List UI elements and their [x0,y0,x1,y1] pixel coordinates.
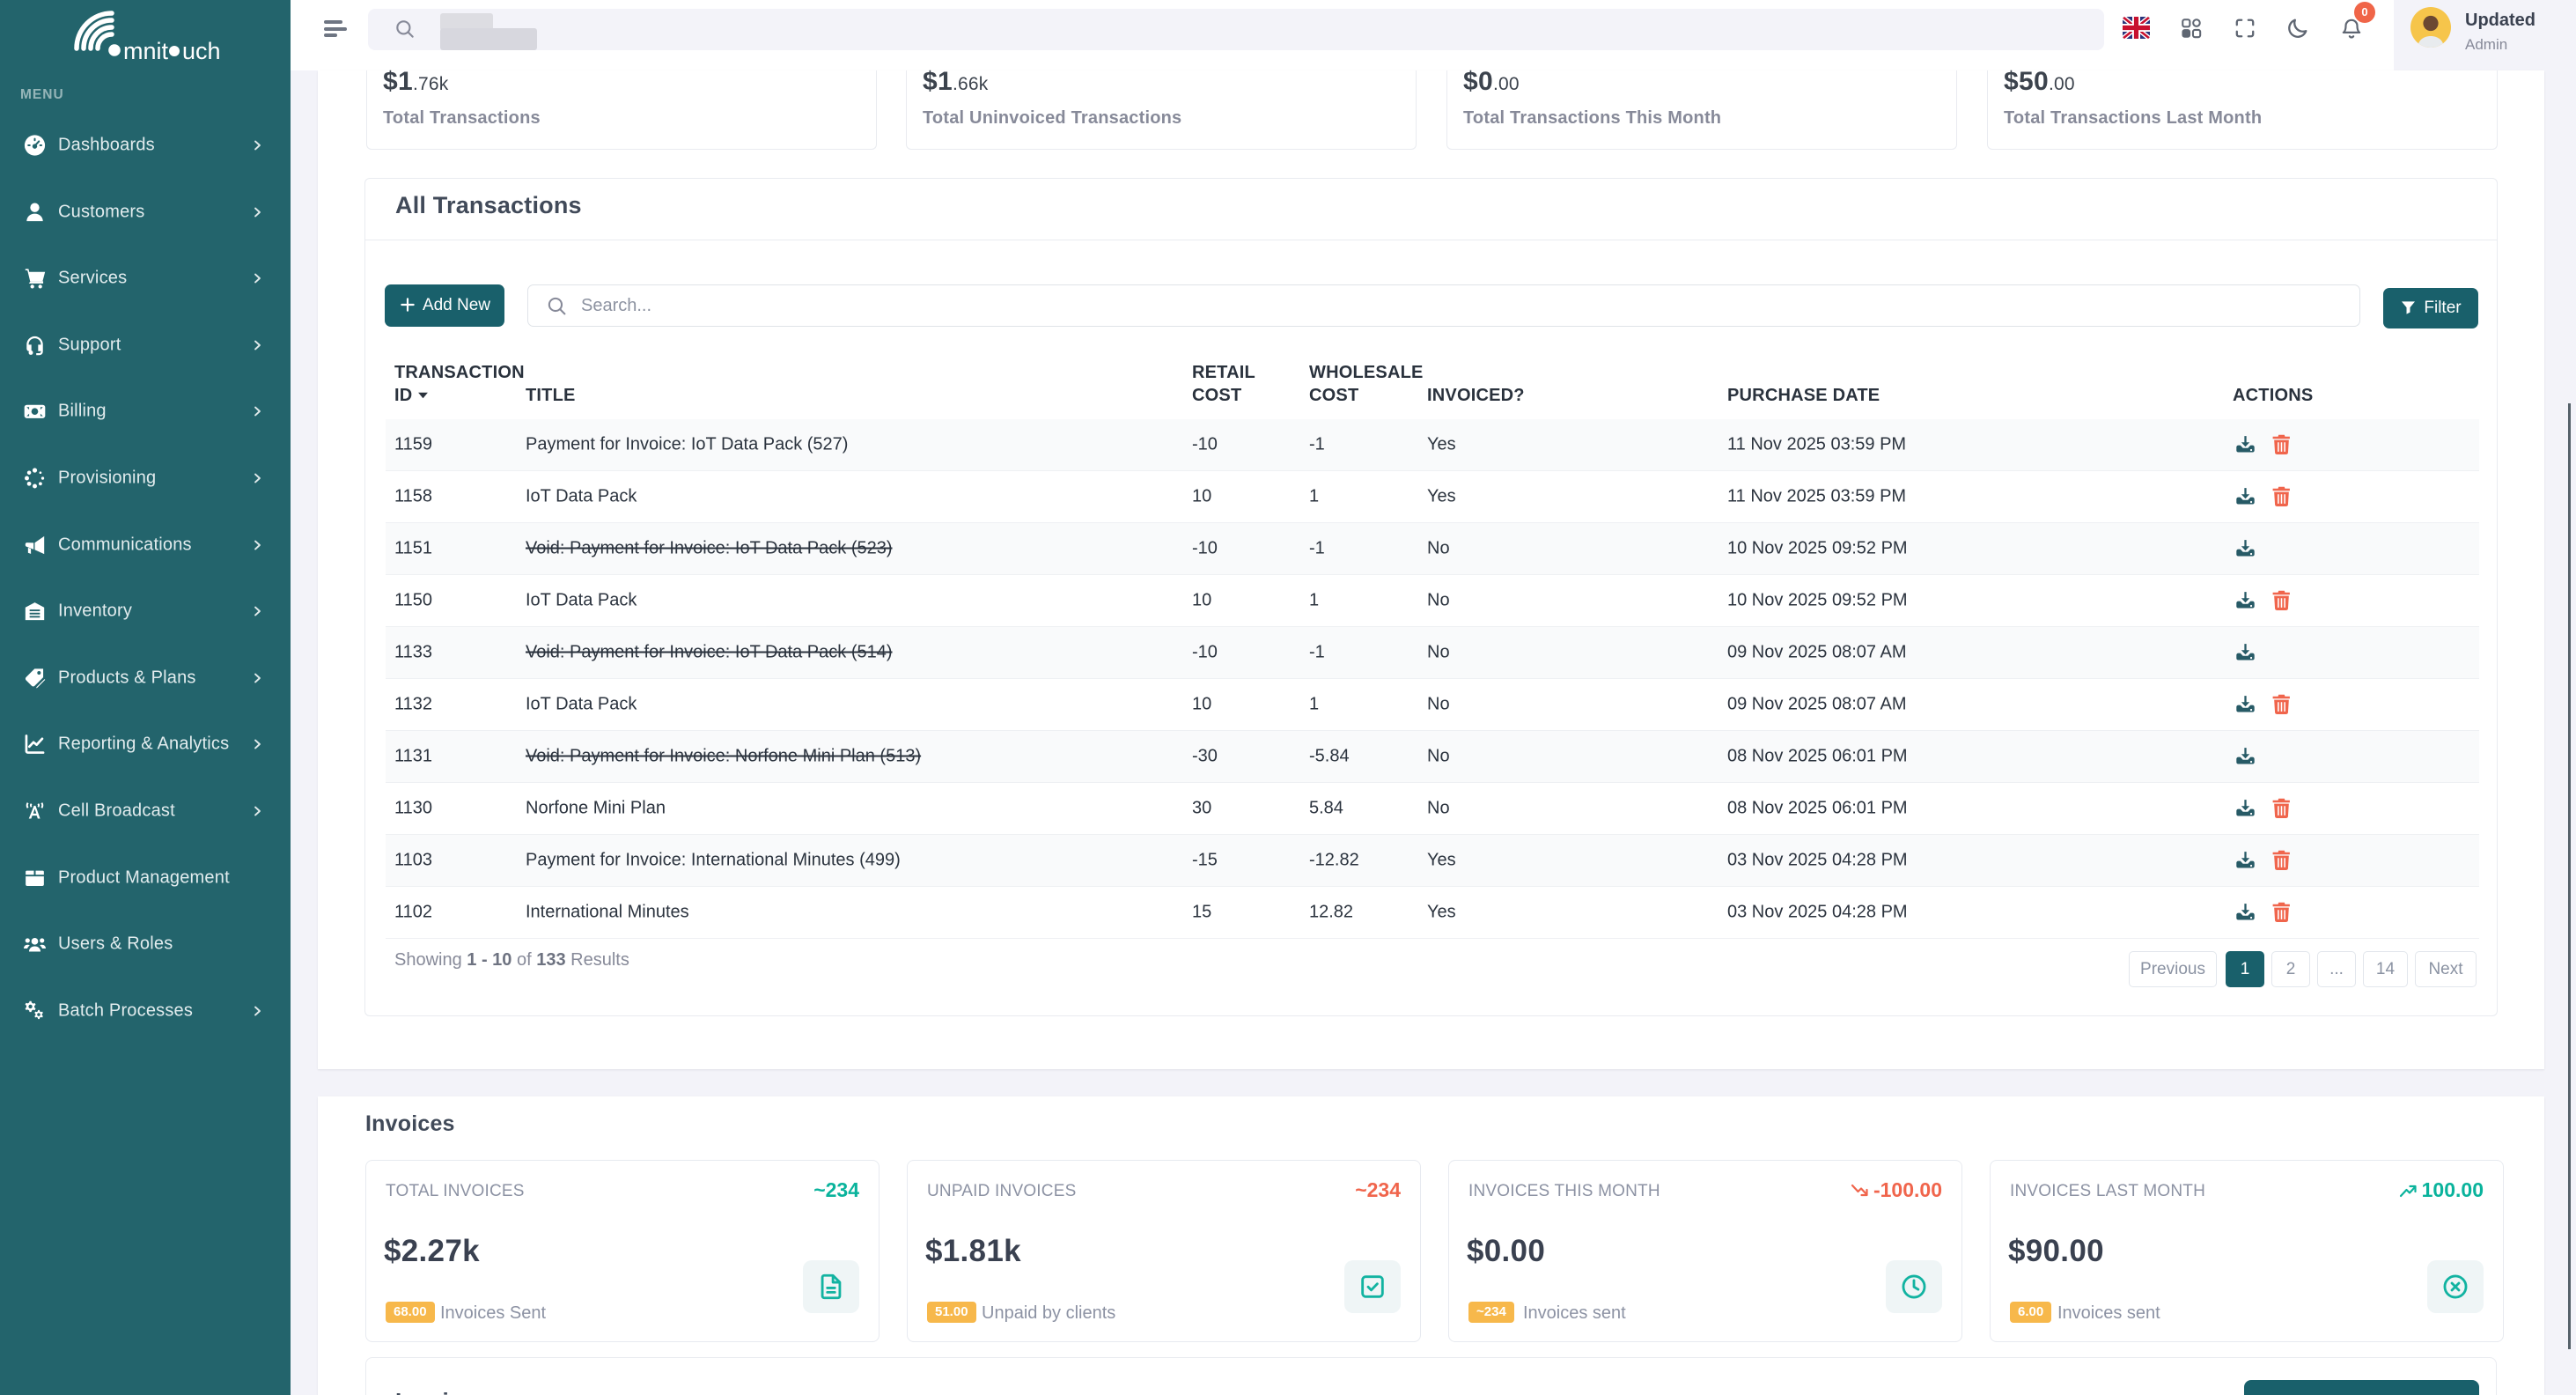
svg-text:mnit: mnit [123,38,169,63]
svg-text:uch: uch [182,38,221,63]
